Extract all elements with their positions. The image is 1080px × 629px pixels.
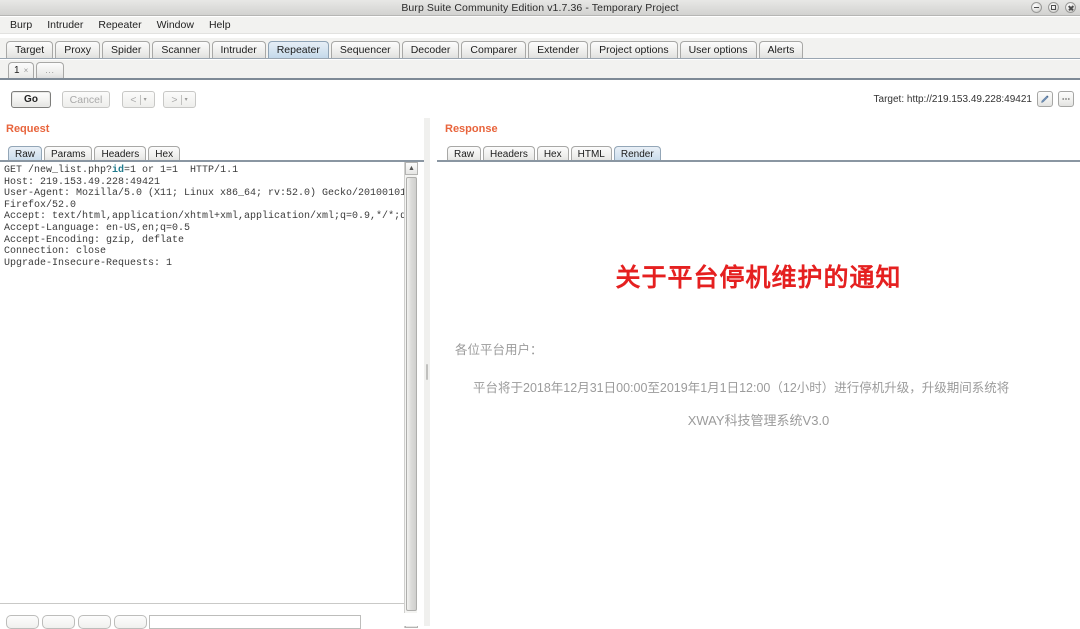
request-line-7: Connection: close [4,246,107,258]
tab-spider[interactable]: Spider [102,41,151,58]
tab-scanner[interactable]: Scanner [152,41,210,58]
menu-item-intruder[interactable]: Intruder [45,18,85,32]
cancel-button[interactable]: Cancel [62,91,110,108]
request-line-3: Firefox/52.0 [4,199,77,211]
request-line-0-post: =1 or 1=1 HTTP/1.1 [124,165,239,176]
menubar: Burp Intruder Repeater Window Help [0,17,1080,34]
tab-user-options[interactable]: User options [679,41,757,58]
repeater-tabstrip: 1 × ... [0,60,1080,80]
repeater-tab-label: 1 [14,65,20,76]
response-panel-title: Response [445,123,498,135]
notice-title: 关于平台停机维护的通知 [615,263,902,292]
request-bottom-button-1[interactable] [6,615,39,629]
request-tab-headers[interactable]: Headers [94,146,147,161]
scroll-up-arrow-icon[interactable]: ▲ [405,162,418,175]
window-controls [1031,2,1076,13]
response-render-view: 关于平台停机维护的通知 各位平台用户： 平台将于2018年12月31日00:00… [437,162,1080,626]
tab-proxy[interactable]: Proxy [55,41,101,58]
response-tabstrip: Raw Headers Hex HTML Render [447,143,663,161]
tab-project-options[interactable]: Project options [590,41,678,58]
request-line-6: Accept-Encoding: gzip, deflate [4,234,185,246]
menu-item-help[interactable]: Help [207,18,233,32]
request-tabstrip: Raw Params Headers Hex [8,143,182,161]
divider [180,94,182,105]
repeater-tab-add[interactable]: ... [36,62,64,78]
scrollbar-thumb[interactable] [406,177,417,611]
request-line-8: Upgrade-Insecure-Requests: 1 [4,257,173,269]
pencil-icon[interactable] [1037,91,1053,107]
chevron-down-icon: ▾ [184,97,188,103]
menu-item-window[interactable]: Window [155,18,196,32]
menu-item-repeater[interactable]: Repeater [96,18,143,32]
response-tab-headers[interactable]: Headers [483,146,535,161]
more-icon[interactable] [1058,91,1074,107]
request-bottom-button-3[interactable] [78,615,111,629]
tab-decoder[interactable]: Decoder [401,41,460,58]
tab-target[interactable]: Target [6,41,54,58]
forward-arrow-icon: > [171,93,178,106]
request-line-4: Accept: text/html,application/xhtml+xml,… [4,211,408,223]
maximize-icon[interactable] [1048,2,1059,13]
request-tab-params[interactable]: Params [44,146,93,161]
request-tab-raw[interactable]: Raw [8,146,43,161]
request-panel-title: Request [6,123,50,135]
divider [139,94,141,105]
tab-sequencer[interactable]: Sequencer [330,41,400,58]
minimize-icon[interactable] [1031,2,1042,13]
request-vertical-scrollbar[interactable]: ▲ ▼ [404,162,418,628]
notice-body: 平台将于2018年12月31日00:00至2019年1月1日12:00（12小时… [473,381,1010,395]
go-button[interactable]: Go [11,91,51,108]
request-search-input[interactable] [149,615,361,629]
request-bottom-button-2[interactable] [42,615,75,629]
target-label: Target: http://219.153.49.228:49421 [873,93,1032,105]
request-line-0: GET /new_list.php?id=1 or 1=1 HTTP/1.1 [4,165,238,176]
splitter-grip-icon [426,364,428,380]
response-tab-html[interactable]: HTML [570,146,612,161]
tab-intruder[interactable]: Intruder [211,41,266,58]
close-icon[interactable] [1065,2,1076,13]
forward-button[interactable]: > ▾ [163,91,196,108]
request-line-5: Accept-Language: en-US,en;q=0.5 [4,222,191,234]
main-tabstrip: Target Proxy Spider Scanner Intruder Rep… [0,38,1080,59]
chevron-down-icon: ▾ [143,97,147,103]
request-line-1: Host: 219.153.49.228:49421 [4,176,161,188]
request-tab-hex[interactable]: Hex [148,146,181,161]
panel-splitter[interactable] [424,118,430,626]
request-raw-text: GET /new_list.php?id=1 or 1=1 HTTP/1.1 H… [0,162,407,272]
request-line-2: User-Agent: Mozilla/5.0 (X11; Linux x86_… [4,188,407,200]
window-title: Burp Suite Community Edition v1.7.36 - T… [401,1,679,14]
tab-comparer[interactable]: Comparer [461,41,527,58]
request-param-name: id [112,165,125,176]
menu-item-burp[interactable]: Burp [8,18,34,32]
response-tab-render[interactable]: Render [613,146,661,161]
response-tab-hex[interactable]: Hex [536,146,569,161]
back-button[interactable]: < ▾ [122,91,155,108]
notice-signature: XWAY科技管理系统V3.0 [687,413,830,428]
close-icon[interactable]: × [24,66,29,75]
response-tab-raw[interactable]: Raw [447,146,482,161]
repeater-tab-1[interactable]: 1 × [8,62,35,78]
request-line-0-pre: GET /new_list.php? [4,165,113,176]
request-bottom-toolbar [0,613,424,629]
window-titlebar: Burp Suite Community Edition v1.7.36 - T… [0,0,1080,16]
back-arrow-icon: < [130,93,137,106]
request-raw-editor[interactable]: GET /new_list.php?id=1 or 1=1 HTTP/1.1 H… [0,162,408,604]
tab-alerts[interactable]: Alerts [758,41,804,58]
target-area: Target: http://219.153.49.228:49421 [874,91,1074,107]
request-bottom-button-4[interactable] [114,615,147,629]
repeater-toolbar: Go Cancel < ▾ > ▾ Target: http://219.153… [0,82,1080,122]
tab-repeater[interactable]: Repeater [267,41,329,58]
tab-extender[interactable]: Extender [528,41,589,58]
notice-greeting: 各位平台用户： [455,343,543,357]
